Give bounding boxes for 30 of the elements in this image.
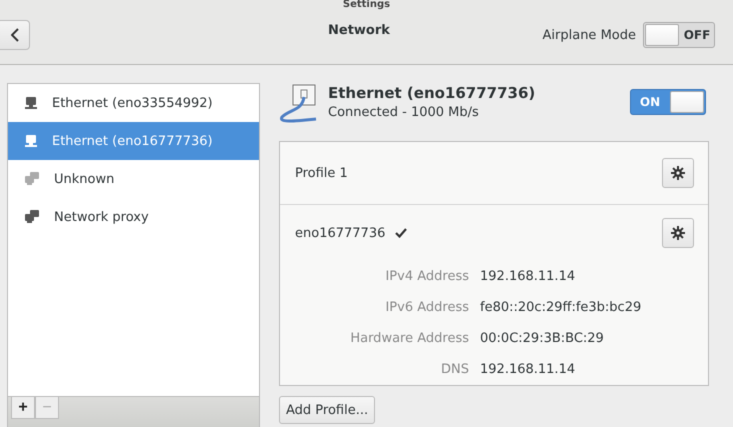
- wired-network-icon: [24, 96, 38, 110]
- settings-button[interactable]: [662, 158, 694, 188]
- device-list-item[interactable]: Ethernet (eno33554992): [8, 84, 259, 122]
- detail-value: 192.168.11.14: [480, 362, 576, 377]
- wired-network-icon: [24, 134, 38, 148]
- back-button[interactable]: [0, 20, 30, 50]
- detail-value: 192.168.11.14: [480, 269, 576, 284]
- settings-button[interactable]: [662, 218, 694, 248]
- profile-name: Profile 1: [295, 166, 348, 180]
- device-list-item[interactable]: Network proxy: [8, 198, 259, 236]
- network-proxy-icon: [24, 210, 40, 224]
- device-name: Ethernet (eno16777736): [328, 84, 536, 102]
- detail-label: DNS: [440, 362, 469, 377]
- page-title: Network: [328, 23, 390, 38]
- profile-name: eno16777736: [295, 226, 386, 240]
- detail-value: fe80::20c:29ff:fe3b:bc29: [480, 300, 642, 315]
- airplane-mode-label: Airplane Mode: [542, 28, 636, 42]
- network-devices-icon: [24, 172, 40, 186]
- settings-icon: [671, 166, 685, 180]
- back-chevron-icon: [10, 28, 18, 42]
- device-list-item[interactable]: Unknown: [8, 160, 259, 198]
- connection-status: Connected - 1000 Mb/s: [328, 105, 480, 120]
- add-profile-button[interactable]: Add Profile...: [279, 396, 376, 424]
- add-button[interactable]: +: [11, 397, 35, 419]
- detail-label: IPv6 Address: [384, 300, 469, 315]
- detail-label: Hardware Address: [349, 331, 469, 346]
- detail-label: IPv4 Address: [384, 269, 469, 284]
- airplane-mode-switch[interactable]: OFF: [643, 22, 715, 48]
- settings-icon: [671, 226, 685, 240]
- detail-value: 00:0C:29:3B:BC:29: [480, 331, 604, 346]
